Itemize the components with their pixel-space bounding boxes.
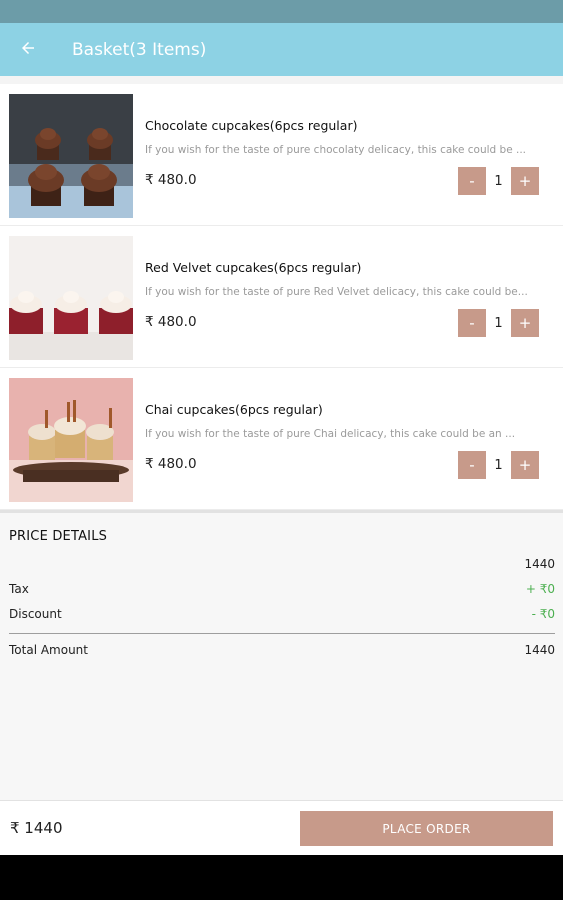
product-image [9, 236, 133, 360]
page-title: Basket(3 Items) [72, 39, 207, 60]
quantity-value: 1 [494, 173, 503, 189]
product-description: If you wish for the taste of pure Chai d… [145, 428, 516, 440]
basket-item[interactable]: Red Velvet cupcakes(6pcs regular) If you… [0, 226, 563, 368]
price-details: PRICE DETAILS 1440 Tax + ₹0 Discount - ₹… [0, 510, 563, 800]
app-bar: Basket(3 Items) [0, 23, 563, 76]
quantity-value: 1 [494, 457, 503, 473]
total-amount-label: Total Amount [9, 643, 88, 657]
increase-quantity-button[interactable]: + [511, 309, 539, 337]
product-price: ₹ 480.0 [145, 456, 197, 472]
product-name: Chocolate cupcakes(6pcs regular) [145, 118, 358, 133]
arrow-left-icon [19, 39, 37, 61]
basket-list: Chocolate cupcakes(6pcs regular) If you … [0, 84, 563, 510]
status-bar [0, 0, 563, 23]
divider [9, 633, 555, 634]
tax-label: Tax [9, 582, 29, 596]
product-name: Red Velvet cupcakes(6pcs regular) [145, 260, 362, 275]
tax-value: + ₹0 [525, 582, 555, 596]
place-order-button[interactable]: PLACE ORDER [300, 811, 553, 846]
increase-quantity-button[interactable]: + [511, 451, 539, 479]
quantity-stepper: - 1 + [458, 309, 539, 337]
product-name: Chai cupcakes(6pcs regular) [145, 402, 323, 417]
product-image [9, 94, 133, 218]
checkout-bar: ₹ 1440 PLACE ORDER [0, 800, 563, 855]
total-amount-value: 1440 [524, 643, 555, 657]
product-description: If you wish for the taste of pure chocol… [145, 144, 527, 156]
back-button[interactable] [0, 23, 56, 76]
quantity-value: 1 [494, 315, 503, 331]
quantity-stepper: - 1 + [458, 451, 539, 479]
subtotal-value: 1440 [524, 557, 555, 571]
total-amount-row: Total Amount 1440 [9, 643, 555, 657]
tax-row: Tax + ₹0 [9, 582, 555, 596]
product-description: If you wish for the taste of pure Red Ve… [145, 286, 528, 298]
decrease-quantity-button[interactable]: - [458, 451, 486, 479]
quantity-stepper: - 1 + [458, 167, 539, 195]
basket-item[interactable]: Chocolate cupcakes(6pcs regular) If you … [0, 84, 563, 226]
subtotal-row: 1440 [9, 557, 555, 571]
increase-quantity-button[interactable]: + [511, 167, 539, 195]
system-nav-bar [0, 855, 563, 900]
discount-label: Discount [9, 607, 62, 621]
discount-row: Discount - ₹0 [9, 607, 555, 621]
product-price: ₹ 480.0 [145, 314, 197, 330]
checkout-total: ₹ 1440 [10, 819, 63, 837]
decrease-quantity-button[interactable]: - [458, 309, 486, 337]
price-details-title: PRICE DETAILS [9, 529, 108, 544]
decrease-quantity-button[interactable]: - [458, 167, 486, 195]
basket-item[interactable]: Chai cupcakes(6pcs regular) If you wish … [0, 368, 563, 510]
discount-value: - ₹0 [531, 607, 555, 621]
product-image [9, 378, 133, 502]
product-price: ₹ 480.0 [145, 172, 197, 188]
